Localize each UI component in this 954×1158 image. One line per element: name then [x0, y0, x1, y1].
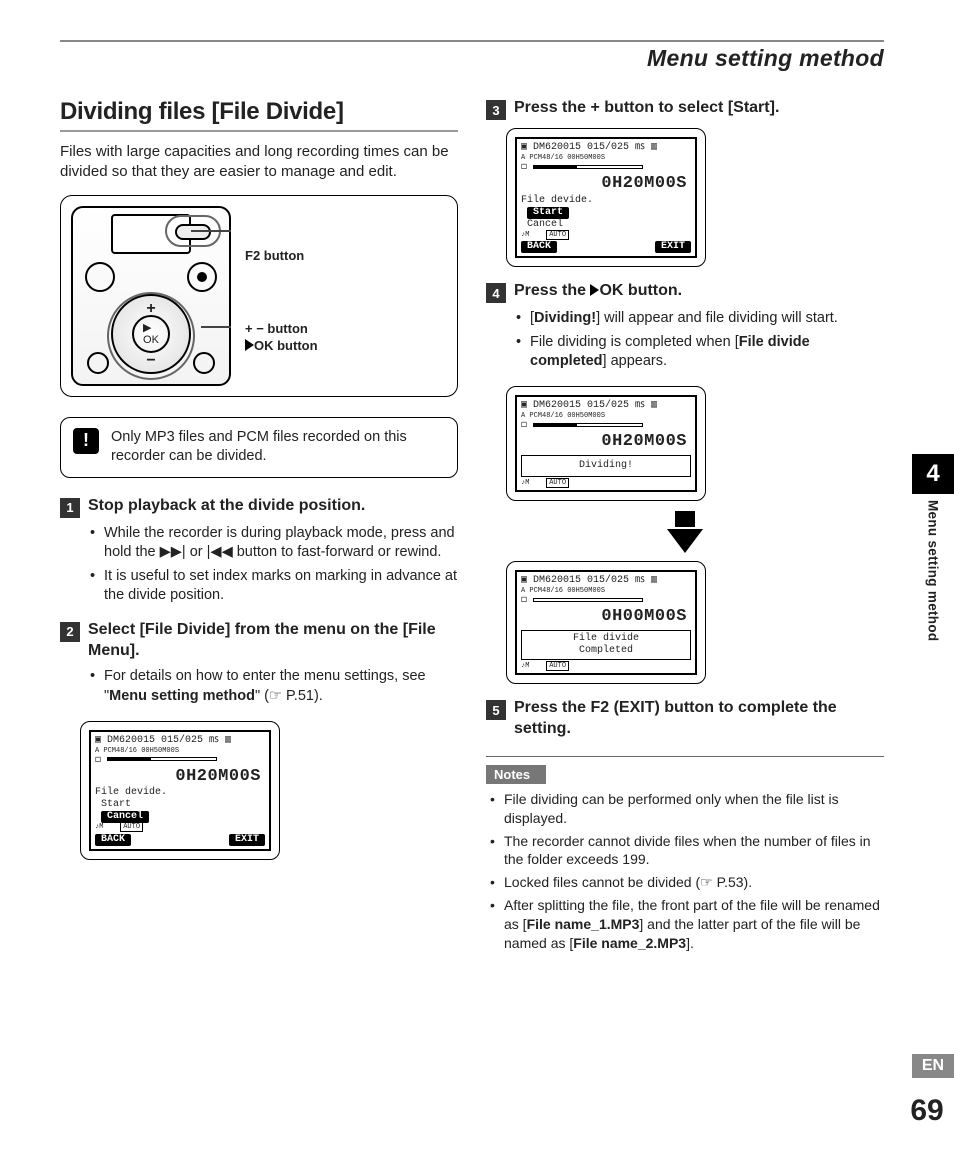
warning-box: ! Only MP3 files and PCM files recorded … — [60, 417, 458, 478]
arrow-down-icon — [667, 529, 703, 553]
step-2-bullet: For details on how to enter the menu set… — [90, 667, 458, 706]
step-1-bullet: While the recorder is during playback mo… — [90, 524, 458, 563]
step-1-bullet: It is useful to set index marks on marki… — [90, 567, 458, 606]
step-1: 1 Stop playback at the divide position. — [60, 496, 458, 518]
step-badge: 4 — [486, 283, 506, 303]
language-badge: EN — [912, 1054, 954, 1078]
step-badge: 5 — [486, 700, 506, 720]
note-item: After splitting the file, the front part… — [488, 896, 884, 953]
lcd-screenshot-step2: ▣ DM620015 015/025 ㎳ ▥ A PCM48/16 00H50M… — [80, 721, 280, 860]
section-heading: Dividing files [File Divide] — [60, 98, 458, 132]
label-plus-minus: + − button — [245, 321, 318, 338]
chapter-number: 4 — [912, 454, 954, 494]
chapter-label: Menu setting method — [926, 500, 941, 641]
chapter-tab: 4 Menu setting method — [912, 454, 954, 645]
step-4-bullet: File dividing is completed when [File di… — [516, 333, 884, 372]
page-number: 69 — [900, 1094, 954, 1128]
intro-text: Files with large capacities and long rec… — [60, 142, 458, 183]
step-4-title: Press the OK button. — [514, 281, 682, 303]
header-rule — [60, 40, 884, 42]
step-4-bullet: [Dividing!] will appear and file dividin… — [516, 309, 884, 329]
device-illustration: + ▶OK − — [71, 206, 231, 386]
step-2-title: Select [File Divide] from the menu on th… — [88, 620, 458, 662]
step-badge: 2 — [60, 622, 80, 642]
warning-icon: ! — [73, 428, 99, 454]
divider — [486, 756, 884, 757]
step-2: 2 Select [File Divide] from the menu on … — [60, 620, 458, 662]
step-badge: 3 — [486, 100, 506, 120]
lcd-screenshot-completed: ▣ DM620015 015/025 ㎳ ▥ A PCM48/16 00H50M… — [506, 561, 706, 684]
device-diagram: + ▶OK − F2 button + − button OK button — [60, 195, 458, 397]
step-5: 5 Press the F2 (EXIT) button to complete… — [486, 698, 884, 740]
lcd-screenshot-step3: ▣ DM620015 015/025 ㎳ ▥ A PCM48/16 00H50M… — [506, 128, 706, 267]
f2-button-graphic — [175, 224, 211, 240]
page-header-title: Menu setting method — [60, 45, 884, 78]
note-item: The recorder cannot divide files when th… — [488, 832, 884, 870]
step-4: 4 Press the OK button. — [486, 281, 884, 303]
step-1-title: Stop playback at the divide position. — [88, 496, 365, 518]
step-3: 3 Press the + button to select [Start]. — [486, 98, 884, 120]
note-item: Locked files cannot be divided (☞ P.53). — [488, 873, 884, 892]
label-f2: F2 button — [245, 248, 318, 265]
step-5-title: Press the F2 (EXIT) button to complete t… — [514, 698, 884, 740]
lcd-screenshot-dividing: ▣ DM620015 015/025 ㎳ ▥ A PCM48/16 00H50M… — [506, 386, 706, 501]
label-ok: OK button — [245, 338, 318, 355]
dpad-graphic: + ▶OK − — [111, 294, 191, 374]
notes-heading: Notes — [486, 765, 546, 784]
step-badge: 1 — [60, 498, 80, 518]
warning-text: Only MP3 files and PCM files recorded on… — [111, 428, 445, 467]
note-item: File dividing can be performed only when… — [488, 790, 884, 828]
arrow-down-icon — [675, 511, 695, 527]
step-3-title: Press the + button to select [Start]. — [514, 98, 779, 120]
